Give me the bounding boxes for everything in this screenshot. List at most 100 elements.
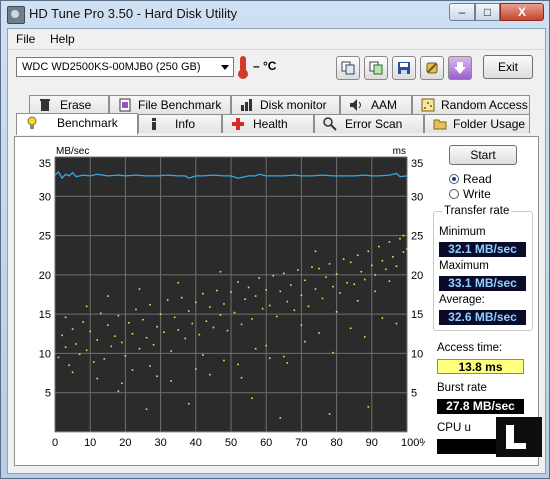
access-time-point bbox=[318, 332, 320, 334]
write-radio[interactable] bbox=[449, 189, 459, 199]
download-button[interactable] bbox=[448, 56, 472, 80]
y-tick-label-left: 35 bbox=[39, 158, 51, 170]
drive-selector[interactable]: WDC WD2500KS-00MJB0 (250 GB) bbox=[16, 57, 234, 77]
access-time-point bbox=[78, 353, 81, 356]
access-time-point bbox=[328, 413, 331, 415]
access-time-point bbox=[251, 397, 253, 400]
tab-erase[interactable]: Erase bbox=[29, 95, 109, 114]
menu-file[interactable]: File bbox=[16, 32, 35, 46]
access-time-point bbox=[85, 305, 88, 308]
tab-aam[interactable]: AAM bbox=[340, 95, 412, 114]
options-icon bbox=[426, 62, 438, 74]
tab-health[interactable]: Health bbox=[222, 114, 314, 133]
access-time-point bbox=[261, 307, 264, 310]
access-time-point bbox=[61, 334, 63, 337]
download-icon bbox=[454, 62, 466, 74]
y-axis-left-unit: MB/sec bbox=[56, 146, 89, 157]
access-time-point bbox=[187, 310, 190, 312]
y-tick-label-right: 30 bbox=[411, 191, 423, 203]
x-tick-label: 30 bbox=[154, 437, 166, 449]
tab-health-label: Health bbox=[253, 117, 288, 131]
access-time-point bbox=[258, 277, 260, 279]
magnifier-icon bbox=[323, 117, 337, 131]
access-time-point bbox=[237, 281, 239, 283]
access-time-point bbox=[325, 276, 327, 279]
access-time-point bbox=[99, 312, 102, 315]
tab-random-access[interactable]: Random Access bbox=[412, 95, 530, 114]
y-tick-label-left: 5 bbox=[45, 388, 51, 400]
random-access-icon bbox=[421, 98, 435, 112]
tab-disk-monitor-label: Disk monitor bbox=[260, 98, 327, 112]
y-tick-label-right: 5 bbox=[411, 388, 417, 400]
access-time-point bbox=[75, 343, 77, 345]
menu-help[interactable]: Help bbox=[50, 32, 75, 46]
maximum-value: 33.1 MB/sec bbox=[439, 276, 526, 291]
x-tick-label: 70 bbox=[295, 437, 307, 449]
access-time-point bbox=[57, 356, 60, 359]
close-button[interactable]: X bbox=[500, 3, 544, 21]
title-bar[interactable]: HD Tune Pro 3.50 - Hard Disk Utility – □… bbox=[1, 1, 549, 27]
access-time-point bbox=[374, 274, 377, 276]
access-time-point bbox=[205, 320, 208, 323]
y-axis-right-unit: ms bbox=[393, 146, 406, 157]
tab-benchmark[interactable]: Benchmark bbox=[16, 113, 138, 135]
write-radio-label[interactable]: Write bbox=[463, 187, 491, 201]
tab-error-scan[interactable]: Error Scan bbox=[314, 114, 424, 133]
tab-disk-monitor[interactable]: Disk monitor bbox=[231, 95, 340, 114]
read-radio-label[interactable]: Read bbox=[463, 172, 492, 186]
access-time-point bbox=[166, 299, 169, 301]
minimize-button[interactable]: – bbox=[449, 3, 475, 21]
access-time-point bbox=[92, 361, 95, 363]
access-time-point bbox=[283, 272, 285, 275]
read-radio[interactable] bbox=[449, 174, 459, 184]
toolbar: WDC WD2500KS-00MJB0 (250 GB) – °C Exit bbox=[8, 49, 545, 86]
access-time-point bbox=[335, 273, 338, 275]
burst-rate-label: Burst rate bbox=[437, 382, 487, 394]
access-time-point bbox=[64, 346, 67, 348]
tab-erase-label: Erase bbox=[60, 98, 92, 112]
access-time-point bbox=[381, 259, 384, 262]
access-time-point bbox=[363, 336, 366, 338]
access-time-point bbox=[402, 234, 405, 237]
x-tick-label: 40 bbox=[190, 437, 202, 449]
access-time-point bbox=[121, 382, 123, 385]
access-time-point bbox=[304, 279, 306, 282]
average-value: 32.6 MB/sec bbox=[439, 310, 526, 325]
tab-info[interactable]: Info bbox=[138, 114, 222, 133]
thermometer-icon bbox=[238, 56, 248, 79]
access-time-point bbox=[311, 266, 313, 268]
x-tick-label: 80 bbox=[330, 437, 342, 449]
access-time-point bbox=[114, 335, 116, 337]
access-time-point bbox=[363, 278, 366, 281]
access-time-point bbox=[399, 237, 401, 240]
save-button[interactable] bbox=[392, 56, 416, 80]
tab-info-label: Info bbox=[175, 117, 196, 131]
access-time-point bbox=[321, 297, 324, 300]
hdtune-app-icon bbox=[7, 6, 25, 24]
access-time-point bbox=[251, 318, 253, 320]
maximize-button[interactable]: □ bbox=[475, 3, 500, 21]
access-time-point bbox=[388, 241, 391, 243]
transfer-rate-group: Transfer rate Minimum 32.1 MB/sec Maximu… bbox=[433, 205, 533, 331]
access-time-point bbox=[64, 316, 67, 319]
access-time-point bbox=[177, 329, 179, 331]
access-time-point bbox=[304, 340, 306, 343]
tab-file-benchmark[interactable]: File Benchmark bbox=[109, 95, 231, 114]
access-time-point bbox=[300, 294, 303, 297]
exit-button[interactable]: Exit bbox=[483, 55, 533, 79]
burst-rate-value: 27.8 MB/sec bbox=[437, 399, 524, 414]
access-time-point bbox=[244, 298, 246, 301]
tab-folder-usage[interactable]: Folder Usage bbox=[424, 114, 530, 133]
access-time-point bbox=[272, 274, 275, 277]
access-time-point bbox=[149, 365, 151, 367]
copy-text-button[interactable] bbox=[336, 56, 360, 80]
copy-info-button[interactable] bbox=[364, 56, 388, 80]
access-time-point bbox=[152, 343, 155, 346]
tab-strip: Erase File Benchmark Disk monitor AAM Ra… bbox=[8, 95, 545, 135]
options-button[interactable] bbox=[420, 56, 444, 80]
access-time-point bbox=[279, 290, 282, 293]
start-button[interactable]: Start bbox=[449, 145, 517, 165]
access-time-point bbox=[402, 251, 405, 253]
access-time-point bbox=[371, 264, 373, 267]
access-time-point bbox=[392, 255, 394, 258]
